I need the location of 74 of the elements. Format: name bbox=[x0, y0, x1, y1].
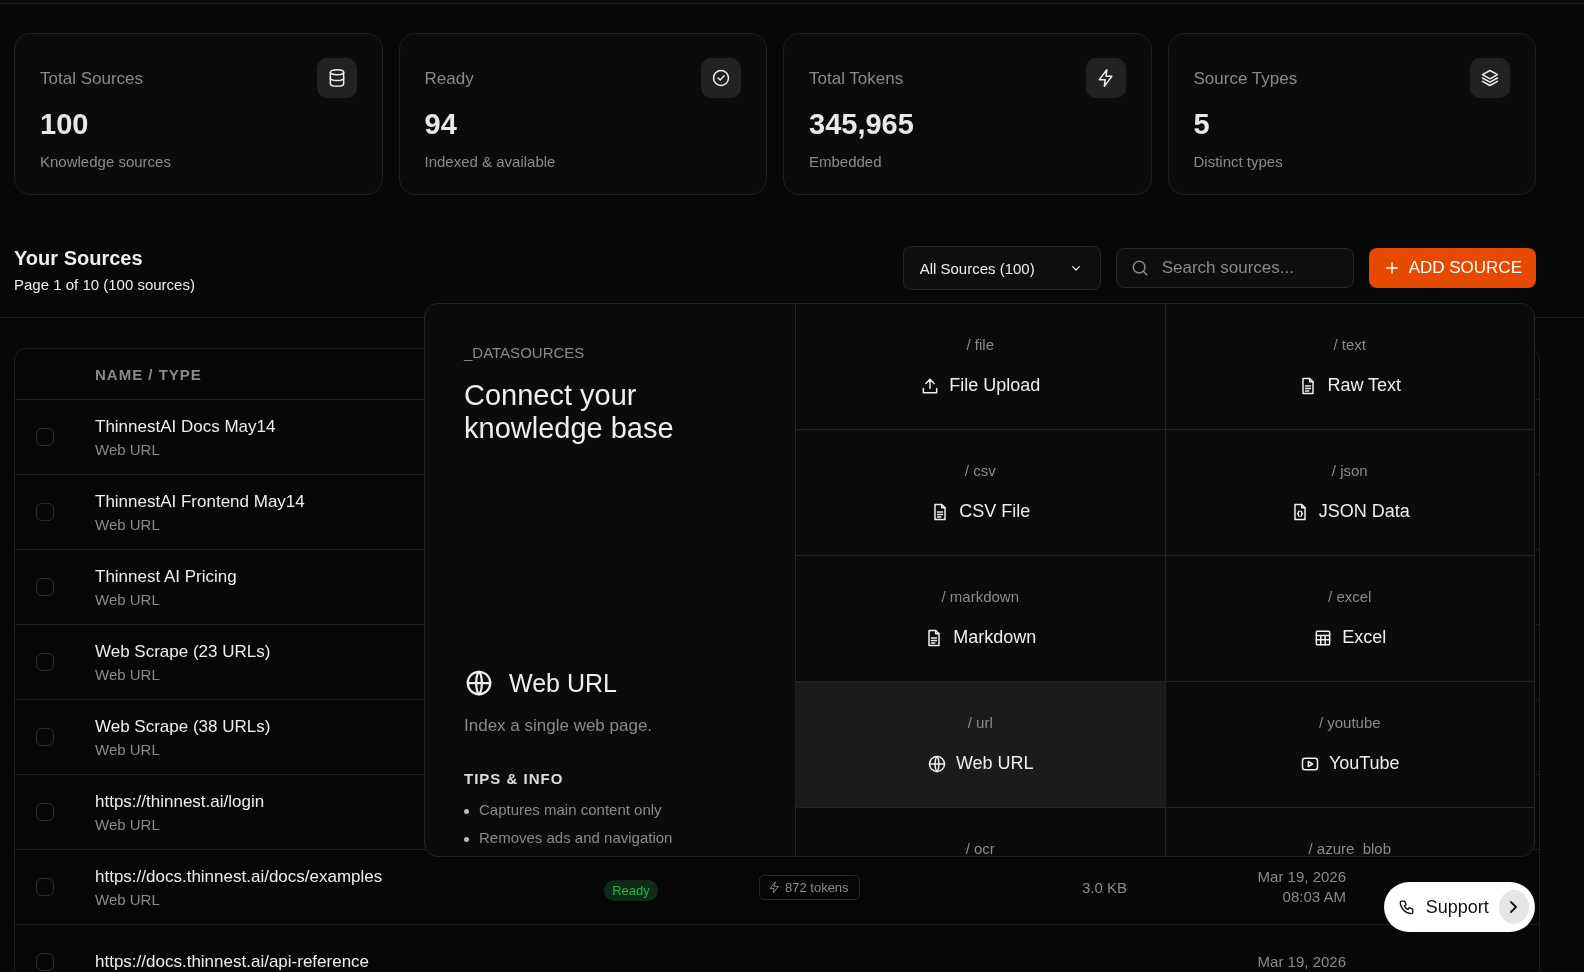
stat-label: Ready bbox=[424, 69, 474, 89]
row-checkbox[interactable] bbox=[36, 728, 54, 746]
phone-icon bbox=[1398, 897, 1416, 917]
globe-icon bbox=[926, 753, 947, 774]
row-checkbox[interactable] bbox=[36, 953, 54, 971]
source-type-tile[interactable]: / text Raw Text bbox=[1165, 304, 1534, 429]
tip-text: Removes ads and navigation bbox=[479, 829, 673, 846]
date-text: Mar 19, 2026 bbox=[1257, 867, 1346, 887]
source-name: Web Scrape (38 URLs) bbox=[95, 716, 271, 737]
source-type: Web URL bbox=[95, 440, 160, 458]
row-checkbox[interactable] bbox=[36, 878, 54, 896]
row-checkbox[interactable] bbox=[36, 578, 54, 596]
source-type-tile[interactable]: / ocr bbox=[796, 808, 1165, 856]
section-title: Your Sources bbox=[14, 247, 144, 270]
date-text: Mar 19, 2026 bbox=[1257, 952, 1346, 972]
source-type: Web URL bbox=[95, 665, 160, 683]
source-name: ThinnestAI Docs May14 bbox=[95, 416, 276, 437]
row-checkbox[interactable] bbox=[36, 503, 54, 521]
bullet-dot bbox=[464, 808, 469, 814]
tip-text: Captures main content only bbox=[479, 801, 662, 818]
source-type-tile[interactable]: / excel Excel bbox=[1165, 556, 1534, 681]
source-type: Web URL bbox=[95, 815, 160, 833]
column-header: NAME / TYPE bbox=[95, 365, 202, 383]
support-button[interactable]: Support bbox=[1384, 882, 1535, 932]
source-name: https://thinnest.ai/login bbox=[95, 791, 265, 812]
stat-caption: Knowledge sources bbox=[40, 153, 172, 170]
source-type: Web URL bbox=[95, 890, 160, 908]
stat-label: Total Sources bbox=[40, 69, 143, 89]
stat-caption: Indexed & available bbox=[424, 153, 557, 170]
file-size: 3.0 KB bbox=[1081, 878, 1127, 896]
source-name: https://docs.thinnest.ai/docs/examples bbox=[95, 866, 383, 887]
row-checkbox[interactable] bbox=[36, 653, 54, 671]
source-type: Web URL bbox=[95, 740, 160, 758]
bullet-dot bbox=[464, 836, 469, 842]
stat-value: 100 bbox=[40, 108, 90, 141]
source-type: Web URL bbox=[95, 590, 160, 608]
check-circle-icon bbox=[711, 68, 731, 88]
source-filter-dropdown[interactable]: All Sources (100) bbox=[902, 246, 1101, 290]
page-count: Page 1 of 10 (100 sources) bbox=[14, 276, 196, 293]
popover-eyebrow: _DATASOURCES bbox=[464, 344, 586, 361]
row-checkbox[interactable] bbox=[36, 428, 54, 446]
source-type-tile[interactable]: / json JSON Data bbox=[1165, 430, 1534, 555]
token-text: 872 tokens bbox=[785, 879, 849, 895]
add-source-button[interactable]: ADD SOURCE bbox=[1368, 248, 1536, 288]
source-type-tile[interactable]: / markdown Markdown bbox=[796, 556, 1165, 681]
source-type-tile[interactable]: / azure_blob bbox=[1165, 808, 1534, 856]
source-name: Thinnest AI Pricing bbox=[95, 566, 237, 587]
stat-label: Source Types bbox=[1193, 69, 1298, 89]
lightning-icon bbox=[768, 880, 781, 894]
status-badge: Ready bbox=[604, 879, 658, 901]
stat-value: 94 bbox=[424, 108, 458, 141]
tips-heading: TIPS & INFO bbox=[464, 770, 565, 787]
chevron-right-icon bbox=[1498, 890, 1529, 924]
search-field[interactable]: Search sources... bbox=[1115, 248, 1354, 288]
stat-label: Total Tokens bbox=[809, 69, 904, 89]
popover-title: Connect your knowledge base bbox=[464, 379, 675, 445]
globe-icon bbox=[464, 668, 494, 698]
source-type: Web URL bbox=[95, 515, 160, 533]
source-name: ThinnestAI Frontend May14 bbox=[95, 491, 305, 512]
stat-caption: Embedded bbox=[809, 153, 883, 170]
source-type-tile[interactable]: / youtube YouTube bbox=[1165, 682, 1534, 807]
detail-title: Web URL bbox=[509, 668, 617, 698]
detail-description: Index a single web page. bbox=[464, 716, 654, 736]
source-type-tile[interactable]: / url Web URL bbox=[796, 682, 1165, 807]
source-name: Web Scrape (23 URLs) bbox=[95, 641, 271, 662]
time-text: 08:03 AM bbox=[1281, 887, 1346, 907]
source-name: https://docs.thinnest.ai/api-reference bbox=[95, 952, 370, 972]
row-checkbox[interactable] bbox=[36, 803, 54, 821]
stat-value: 5 bbox=[1193, 108, 1211, 141]
source-type-tile[interactable]: / csv CSV File bbox=[796, 430, 1165, 555]
stat-value: 345,965 bbox=[809, 108, 915, 141]
layers-icon bbox=[1480, 68, 1500, 88]
stat-caption: Distinct types bbox=[1193, 153, 1284, 170]
source-type-tile[interactable]: / file File Upload bbox=[796, 304, 1165, 429]
